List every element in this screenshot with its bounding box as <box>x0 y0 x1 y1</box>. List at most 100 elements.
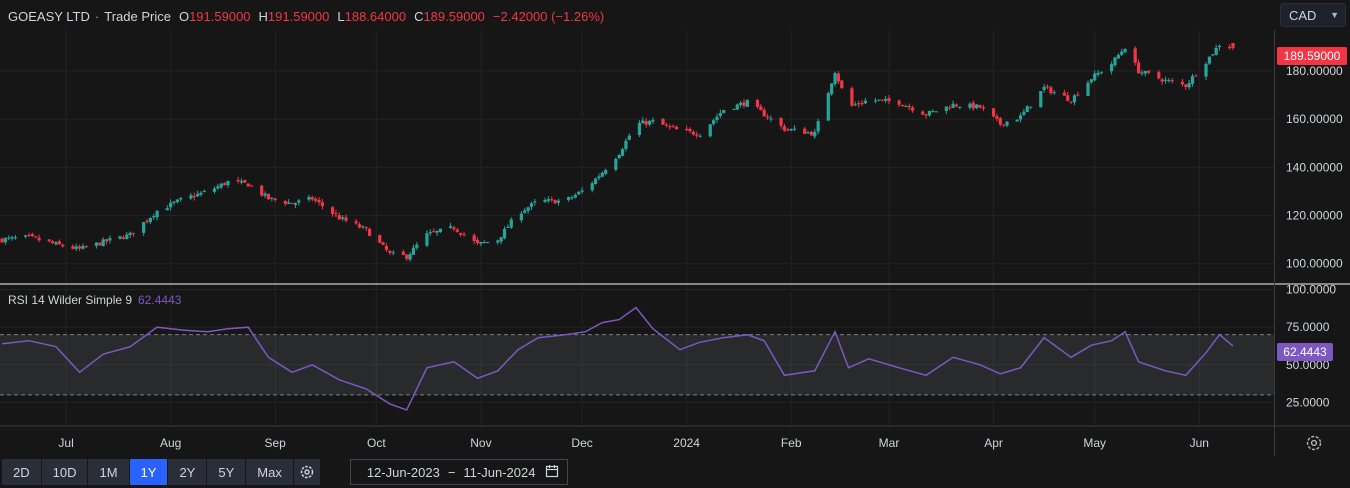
candle-body <box>830 83 834 95</box>
candle-body <box>307 197 311 200</box>
candle-body <box>472 235 476 241</box>
price-axis-label: 120.00000 <box>1286 209 1343 223</box>
candle-body <box>580 190 584 192</box>
time-axis-label: Jun <box>1190 436 1209 450</box>
candle-body <box>826 93 830 121</box>
candle-body <box>1204 63 1208 77</box>
price-axis-label: 180.00000 <box>1286 64 1343 78</box>
candle-body <box>759 106 763 111</box>
candle-body <box>1123 48 1127 53</box>
chevron-down-icon: ▼ <box>1330 10 1339 20</box>
candle-body <box>921 111 925 115</box>
candle-body <box>742 102 746 106</box>
candle-body <box>293 203 298 205</box>
candle-body <box>475 239 480 244</box>
candle-body <box>27 234 31 236</box>
candle-body <box>1052 92 1056 94</box>
candle-body <box>1066 95 1070 101</box>
currency-select[interactable]: CAD ▼ <box>1280 3 1346 27</box>
candle-body <box>813 131 817 137</box>
candle-body <box>614 158 618 170</box>
candle-body <box>196 193 200 197</box>
candle-body <box>1163 79 1168 81</box>
candle-body <box>975 104 979 109</box>
candle-body <box>10 237 14 239</box>
candle-body <box>644 120 648 125</box>
candle-body <box>934 111 938 113</box>
candle-body <box>74 246 78 249</box>
candle-body <box>344 217 348 221</box>
candle-body <box>1184 84 1188 87</box>
candle-body <box>880 99 884 101</box>
candle-body <box>1214 47 1218 55</box>
candle-body <box>199 192 203 195</box>
candle-body <box>54 242 58 245</box>
range-button-1y[interactable]: 1Y <box>129 459 168 485</box>
range-toolbar: 2D 10D 1M 1Y 2Y 5Y Max 12-Jun-2023 − 11-… <box>0 456 1350 488</box>
price-axis-label: 100.00000 <box>1286 257 1343 271</box>
candle-body <box>995 116 999 119</box>
date-range-picker[interactable]: 12-Jun-2023 − 11-Jun-2024 <box>349 459 569 485</box>
candle-body <box>735 104 739 110</box>
candle-body <box>499 237 503 242</box>
candle-body <box>125 234 129 239</box>
close-value: 189.59000 <box>423 8 485 24</box>
range-button-2y[interactable]: 2Y <box>168 459 207 485</box>
currency-value: CAD <box>1289 7 1317 23</box>
candle-body <box>593 178 598 185</box>
candle-body <box>1022 111 1026 115</box>
candle-body <box>459 232 463 235</box>
candle-body <box>884 98 888 101</box>
candle-body <box>34 236 38 238</box>
rsi-axis-label: 25.0000 <box>1286 395 1330 409</box>
candle-body <box>297 200 301 203</box>
gear-icon[interactable] <box>293 459 320 485</box>
candle-body <box>836 73 841 82</box>
candle-body <box>13 237 18 239</box>
candle-body <box>877 99 881 101</box>
candle-body <box>1076 94 1080 96</box>
candle-body <box>1049 87 1053 94</box>
candle-body <box>688 129 692 132</box>
range-button-max[interactable]: Max <box>246 459 293 485</box>
candle-body <box>249 185 254 187</box>
candle-body <box>769 118 773 120</box>
candle-body <box>1120 51 1124 55</box>
candle-body <box>260 185 264 196</box>
candle-body <box>310 197 314 200</box>
candle-body <box>283 201 287 204</box>
candle-body <box>803 128 807 134</box>
candle-body <box>816 121 820 132</box>
candle-body <box>152 216 156 218</box>
candle-body <box>1039 91 1043 108</box>
candle-body <box>671 126 675 128</box>
candle-body <box>1113 57 1117 66</box>
candle-body <box>971 102 975 109</box>
candle-body <box>50 241 55 244</box>
chart-app: 100.00000 120.00000 140.00000 160.00000 180.… <box>0 0 1350 488</box>
candle-body <box>1194 75 1198 77</box>
candle-body <box>502 228 507 239</box>
candle-body <box>1002 124 1006 126</box>
settings-icon[interactable] <box>1305 434 1323 452</box>
candle-body <box>226 180 230 186</box>
candle-body <box>857 103 861 105</box>
candle-body <box>263 193 267 196</box>
candle-body <box>361 226 365 228</box>
chart-canvas[interactable]: 100.00000 120.00000 140.00000 160.00000 180.… <box>0 0 1350 456</box>
range-button-1m[interactable]: 1M <box>88 459 129 485</box>
candle-body <box>695 134 699 136</box>
candle-body <box>101 239 105 246</box>
candle-body <box>378 235 382 243</box>
candle-body <box>317 199 321 203</box>
candle-body <box>624 140 628 149</box>
range-button-5y[interactable]: 5Y <box>207 459 246 485</box>
time-axis-label: Feb <box>781 436 802 450</box>
open-key: O <box>178 8 190 24</box>
range-button-10d[interactable]: 10D <box>41 459 88 485</box>
range-button-2d[interactable]: 2D <box>2 459 41 485</box>
candle-body <box>708 124 712 137</box>
candle-body <box>320 202 324 207</box>
candle-body <box>172 201 176 203</box>
candle-body <box>553 200 557 204</box>
